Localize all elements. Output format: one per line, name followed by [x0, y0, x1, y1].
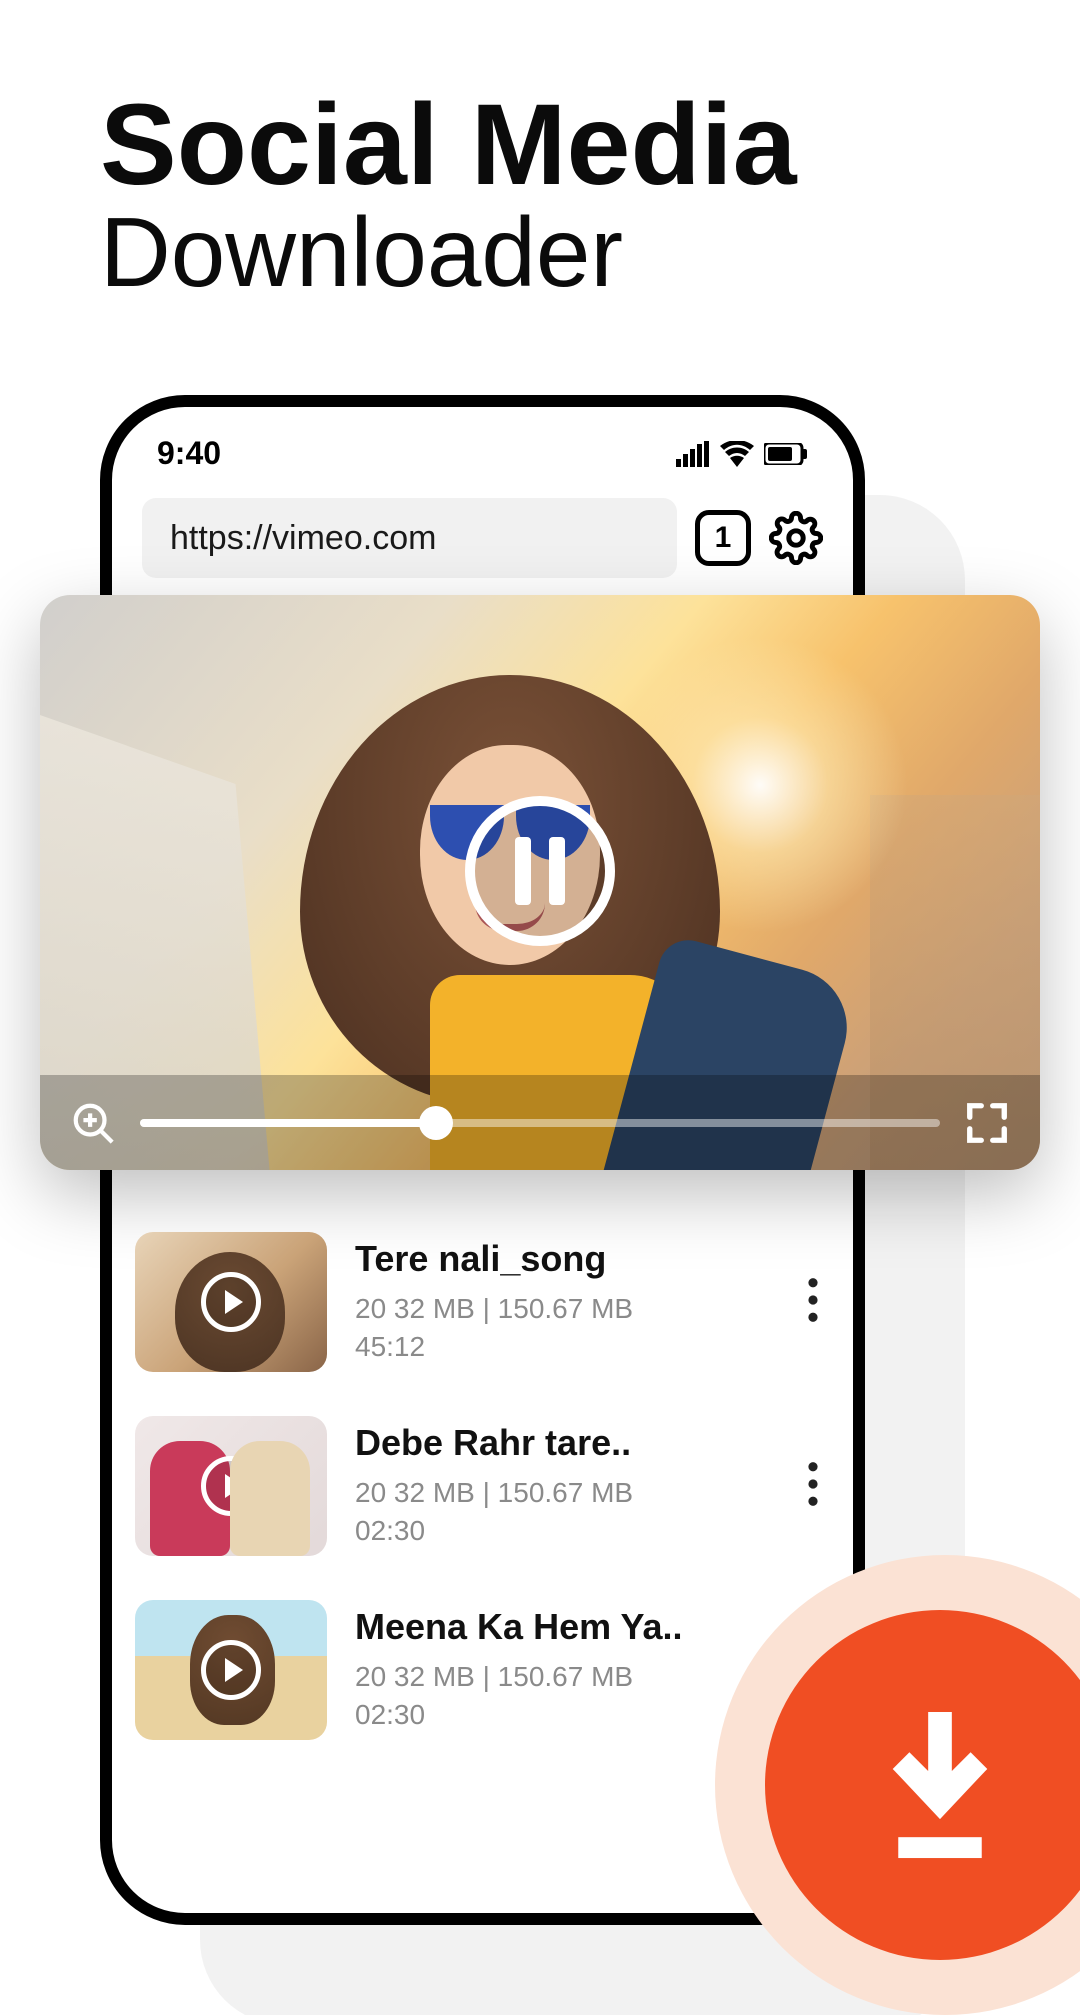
progress-bar[interactable]	[140, 1119, 940, 1127]
video-size: 20 32 MB | 150.67 MB	[355, 1293, 633, 1324]
player-controls	[40, 1075, 1040, 1170]
video-list: Tere nali_song 20 32 MB | 150.67 MB 45:12 D…	[135, 1210, 830, 1762]
progress-thumb[interactable]	[419, 1106, 453, 1140]
tab-count: 1	[715, 521, 732, 555]
play-icon[interactable]	[201, 1640, 261, 1700]
list-item[interactable]: Debe Rahr tare.. 20 32 MB | 150.67 MB 02:3…	[135, 1394, 830, 1578]
wifi-icon	[720, 441, 754, 467]
video-size: 20 32 MB | 150.67 MB	[355, 1661, 633, 1692]
video-thumbnail[interactable]	[135, 1600, 327, 1740]
video-meta: 20 32 MB | 150.67 MB 45:12	[355, 1290, 768, 1366]
list-item-body: Tere nali_song 20 32 MB | 150.67 MB 45:12	[355, 1232, 768, 1366]
status-bar: 9:40	[112, 407, 853, 472]
more-button[interactable]	[796, 1277, 830, 1328]
video-title: Meena Ka Hem Ya..	[355, 1606, 830, 1648]
video-player[interactable]	[40, 595, 1040, 1170]
fullscreen-icon[interactable]	[964, 1100, 1010, 1146]
status-icons	[676, 441, 808, 467]
video-duration: 02:30	[355, 1699, 425, 1730]
signal-icon	[676, 441, 710, 467]
download-icon	[870, 1705, 1010, 1865]
headline-line2: Downloader	[100, 196, 797, 309]
play-icon[interactable]	[201, 1272, 261, 1332]
more-vertical-icon	[806, 1277, 820, 1323]
list-item[interactable]: Tere nali_song 20 32 MB | 150.67 MB 45:12	[135, 1210, 830, 1394]
pause-button[interactable]	[465, 796, 615, 946]
url-value: https://vimeo.com	[170, 519, 436, 558]
battery-icon	[764, 443, 808, 465]
video-thumbnail[interactable]	[135, 1416, 327, 1556]
url-input[interactable]: https://vimeo.com	[142, 498, 677, 578]
zoom-icon[interactable]	[70, 1100, 116, 1146]
tab-counter-button[interactable]: 1	[695, 510, 751, 566]
video-size: 20 32 MB | 150.67 MB	[355, 1477, 633, 1508]
headline-line1: Social Media	[100, 85, 797, 206]
video-thumbnail[interactable]	[135, 1232, 327, 1372]
status-time: 9:40	[157, 435, 221, 472]
list-item-body: Debe Rahr tare.. 20 32 MB | 150.67 MB 02:3…	[355, 1416, 768, 1550]
headline: Social Media Downloader	[100, 85, 797, 309]
play-icon[interactable]	[201, 1456, 261, 1516]
progress-fill	[140, 1119, 436, 1127]
more-button[interactable]	[796, 1461, 830, 1512]
url-bar-row: https://vimeo.com 1	[112, 472, 853, 578]
video-meta: 20 32 MB | 150.67 MB 02:30	[355, 1474, 768, 1550]
more-vertical-icon	[806, 1461, 820, 1507]
video-duration: 45:12	[355, 1331, 425, 1362]
video-title: Debe Rahr tare..	[355, 1422, 768, 1464]
video-title: Tere nali_song	[355, 1238, 768, 1280]
gear-icon[interactable]	[769, 511, 823, 565]
video-duration: 02:30	[355, 1515, 425, 1546]
